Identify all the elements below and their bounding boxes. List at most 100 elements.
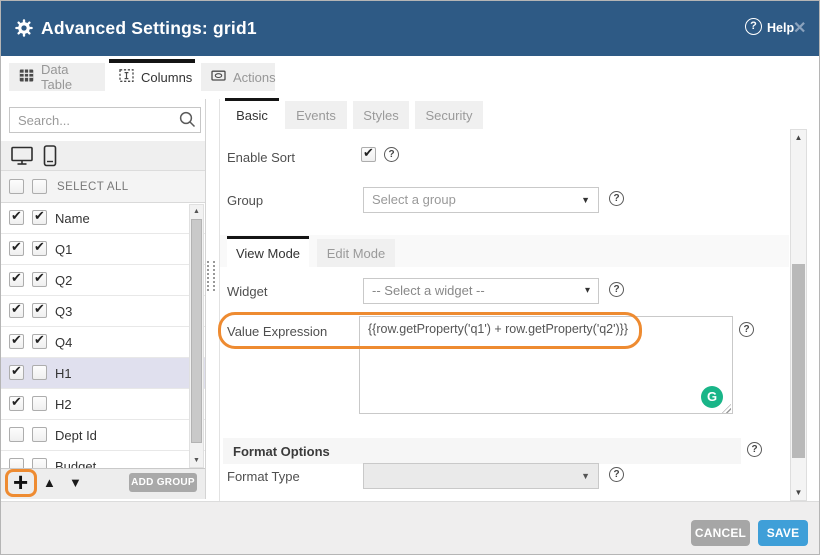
close-icon[interactable]: ✕	[793, 18, 806, 38]
tab-label: Basic	[236, 108, 268, 123]
value-expression-help-icon[interactable]: ?	[739, 322, 754, 337]
column-row-h1[interactable]: ✔ H1	[1, 358, 205, 389]
widget-help-icon[interactable]: ?	[609, 282, 624, 297]
advanced-settings-dialog: Advanced Settings: grid1 ? Help ✕ Data T…	[0, 0, 820, 555]
desktop-checkbox[interactable]: ✔	[9, 303, 24, 318]
column-row-name[interactable]: ✔✔Name	[1, 203, 205, 234]
desktop-checkbox[interactable]: ✔	[9, 396, 24, 411]
move-up-button[interactable]: ▲	[43, 475, 56, 490]
tab-label: Columns	[141, 70, 192, 85]
columns-icon	[119, 68, 134, 86]
select-all-row: SELECT ALL	[1, 171, 205, 203]
tab-data-table[interactable]: Data Table	[9, 63, 105, 91]
column-row-q1[interactable]: ✔✔Q1	[1, 234, 205, 265]
mobile-checkbox[interactable]: ✔	[32, 210, 47, 225]
mobile-checkbox[interactable]	[32, 396, 47, 411]
column-name: Q4	[55, 335, 72, 350]
select-all-mobile-checkbox[interactable]	[32, 179, 47, 194]
tab-actions[interactable]: Actions	[201, 63, 275, 91]
column-row-dept-id[interactable]: Dept Id	[1, 420, 205, 451]
help-label[interactable]: Help	[767, 21, 794, 35]
desktop-checkbox[interactable]: ✔	[9, 241, 24, 256]
tab-styles[interactable]: Styles	[353, 101, 409, 129]
scrollbar-thumb[interactable]	[792, 264, 805, 458]
column-row-q4[interactable]: ✔ ✔ Q4	[1, 327, 205, 358]
column-name: Q2	[55, 273, 72, 288]
tab-basic[interactable]: Basic	[225, 98, 279, 129]
move-down-button[interactable]: ▼	[69, 475, 82, 490]
format-options-label: Format Options	[233, 444, 330, 459]
group-label: Group	[227, 193, 263, 208]
column-row-q3[interactable]: ✔ ✔ Q3	[1, 296, 205, 327]
tab-label: Styles	[363, 108, 398, 123]
format-type-select[interactable]: ▼	[363, 463, 599, 489]
mobile-checkbox[interactable]	[32, 458, 47, 468]
column-row-budget[interactable]: Budget	[1, 451, 205, 468]
tab-view-mode[interactable]: View Mode	[227, 236, 309, 267]
tab-label: Data Table	[41, 62, 95, 92]
save-button[interactable]: SAVE	[758, 520, 808, 546]
help-icon[interactable]: ?	[745, 18, 762, 35]
tab-columns[interactable]: Columns	[109, 59, 195, 91]
check-icon: ✔	[11, 363, 22, 378]
add-group-button[interactable]: ADD GROUP	[129, 473, 197, 492]
value-expression-textarea[interactable]: {{row.getProperty('q1') + row.getPropert…	[359, 316, 733, 414]
group-help-icon[interactable]: ?	[609, 191, 624, 206]
tab-edit-mode[interactable]: Edit Mode	[317, 239, 395, 267]
scroll-up-icon[interactable]: ▲	[791, 133, 806, 142]
enable-sort-help-icon[interactable]: ?	[384, 147, 399, 162]
format-options-help-icon[interactable]: ?	[747, 442, 762, 457]
search-icon	[179, 111, 196, 133]
mobile-checkbox[interactable]: ✔	[32, 241, 47, 256]
widget-label: Widget	[227, 284, 267, 299]
cancel-button[interactable]: CANCEL	[691, 520, 750, 546]
desktop-checkbox[interactable]: ✔	[9, 210, 24, 225]
sidebar-scrollbar[interactable]: ▲ ▼	[189, 204, 204, 468]
widget-select[interactable]: -- Select a widget -- ▾	[363, 278, 599, 304]
group-select-value: Select a group	[372, 192, 456, 207]
format-options-section: Format Options	[223, 438, 741, 464]
mobile-checkbox[interactable]: ✔	[32, 272, 47, 287]
sidebar-divider	[205, 99, 206, 499]
mobile-icon[interactable]	[43, 145, 57, 172]
select-all-desktop-checkbox[interactable]	[9, 179, 24, 194]
column-row-h2[interactable]: ✔ H2	[1, 389, 205, 420]
check-icon: ✔	[34, 301, 45, 316]
panel-scrollbar[interactable]: ▲ ▼	[790, 129, 807, 501]
mobile-checkbox[interactable]: ✔	[32, 334, 47, 349]
tab-events[interactable]: Events	[285, 101, 347, 129]
column-name: H1	[55, 366, 72, 381]
column-name: H2	[55, 397, 72, 412]
mobile-checkbox[interactable]	[32, 365, 47, 380]
format-type-help-icon[interactable]: ?	[609, 467, 624, 482]
scroll-down-icon[interactable]: ▼	[190, 457, 203, 464]
scroll-up-icon[interactable]: ▲	[190, 208, 203, 215]
tab-label: Events	[296, 108, 336, 123]
desktop-checkbox[interactable]	[9, 427, 24, 442]
enable-sort-checkbox[interactable]: ✔	[361, 147, 376, 162]
desktop-checkbox[interactable]: ✔	[9, 334, 24, 349]
check-icon: ✔	[11, 239, 22, 254]
desktop-checkbox[interactable]: ✔	[9, 365, 24, 380]
check-icon: ✔	[11, 394, 22, 409]
group-select[interactable]: Select a group ▼	[363, 187, 599, 213]
tab-security[interactable]: Security	[415, 101, 483, 129]
tab-label: Actions	[233, 70, 276, 85]
scroll-down-icon[interactable]: ▼	[791, 488, 806, 497]
column-row-q2[interactable]: ✔ ✔ Q2	[1, 265, 205, 296]
add-column-button[interactable]: +	[13, 468, 28, 496]
check-icon: ✔	[11, 270, 22, 285]
scrollbar-thumb[interactable]	[191, 219, 202, 443]
search-input[interactable]	[9, 107, 201, 133]
grammarly-icon[interactable]: G	[701, 386, 723, 408]
desktop-checkbox[interactable]: ✔	[9, 272, 24, 287]
desktop-icon[interactable]	[11, 146, 33, 171]
panel-splitter-handle[interactable]	[207, 261, 215, 291]
column-name: Dept Id	[55, 428, 97, 443]
gear-icon	[14, 18, 34, 43]
mobile-checkbox[interactable]: ✔	[32, 303, 47, 318]
dialog-footer: CANCEL SAVE	[1, 501, 820, 555]
mobile-checkbox[interactable]	[32, 427, 47, 442]
check-icon: ✔	[11, 208, 22, 223]
column-name: Q3	[55, 304, 72, 319]
